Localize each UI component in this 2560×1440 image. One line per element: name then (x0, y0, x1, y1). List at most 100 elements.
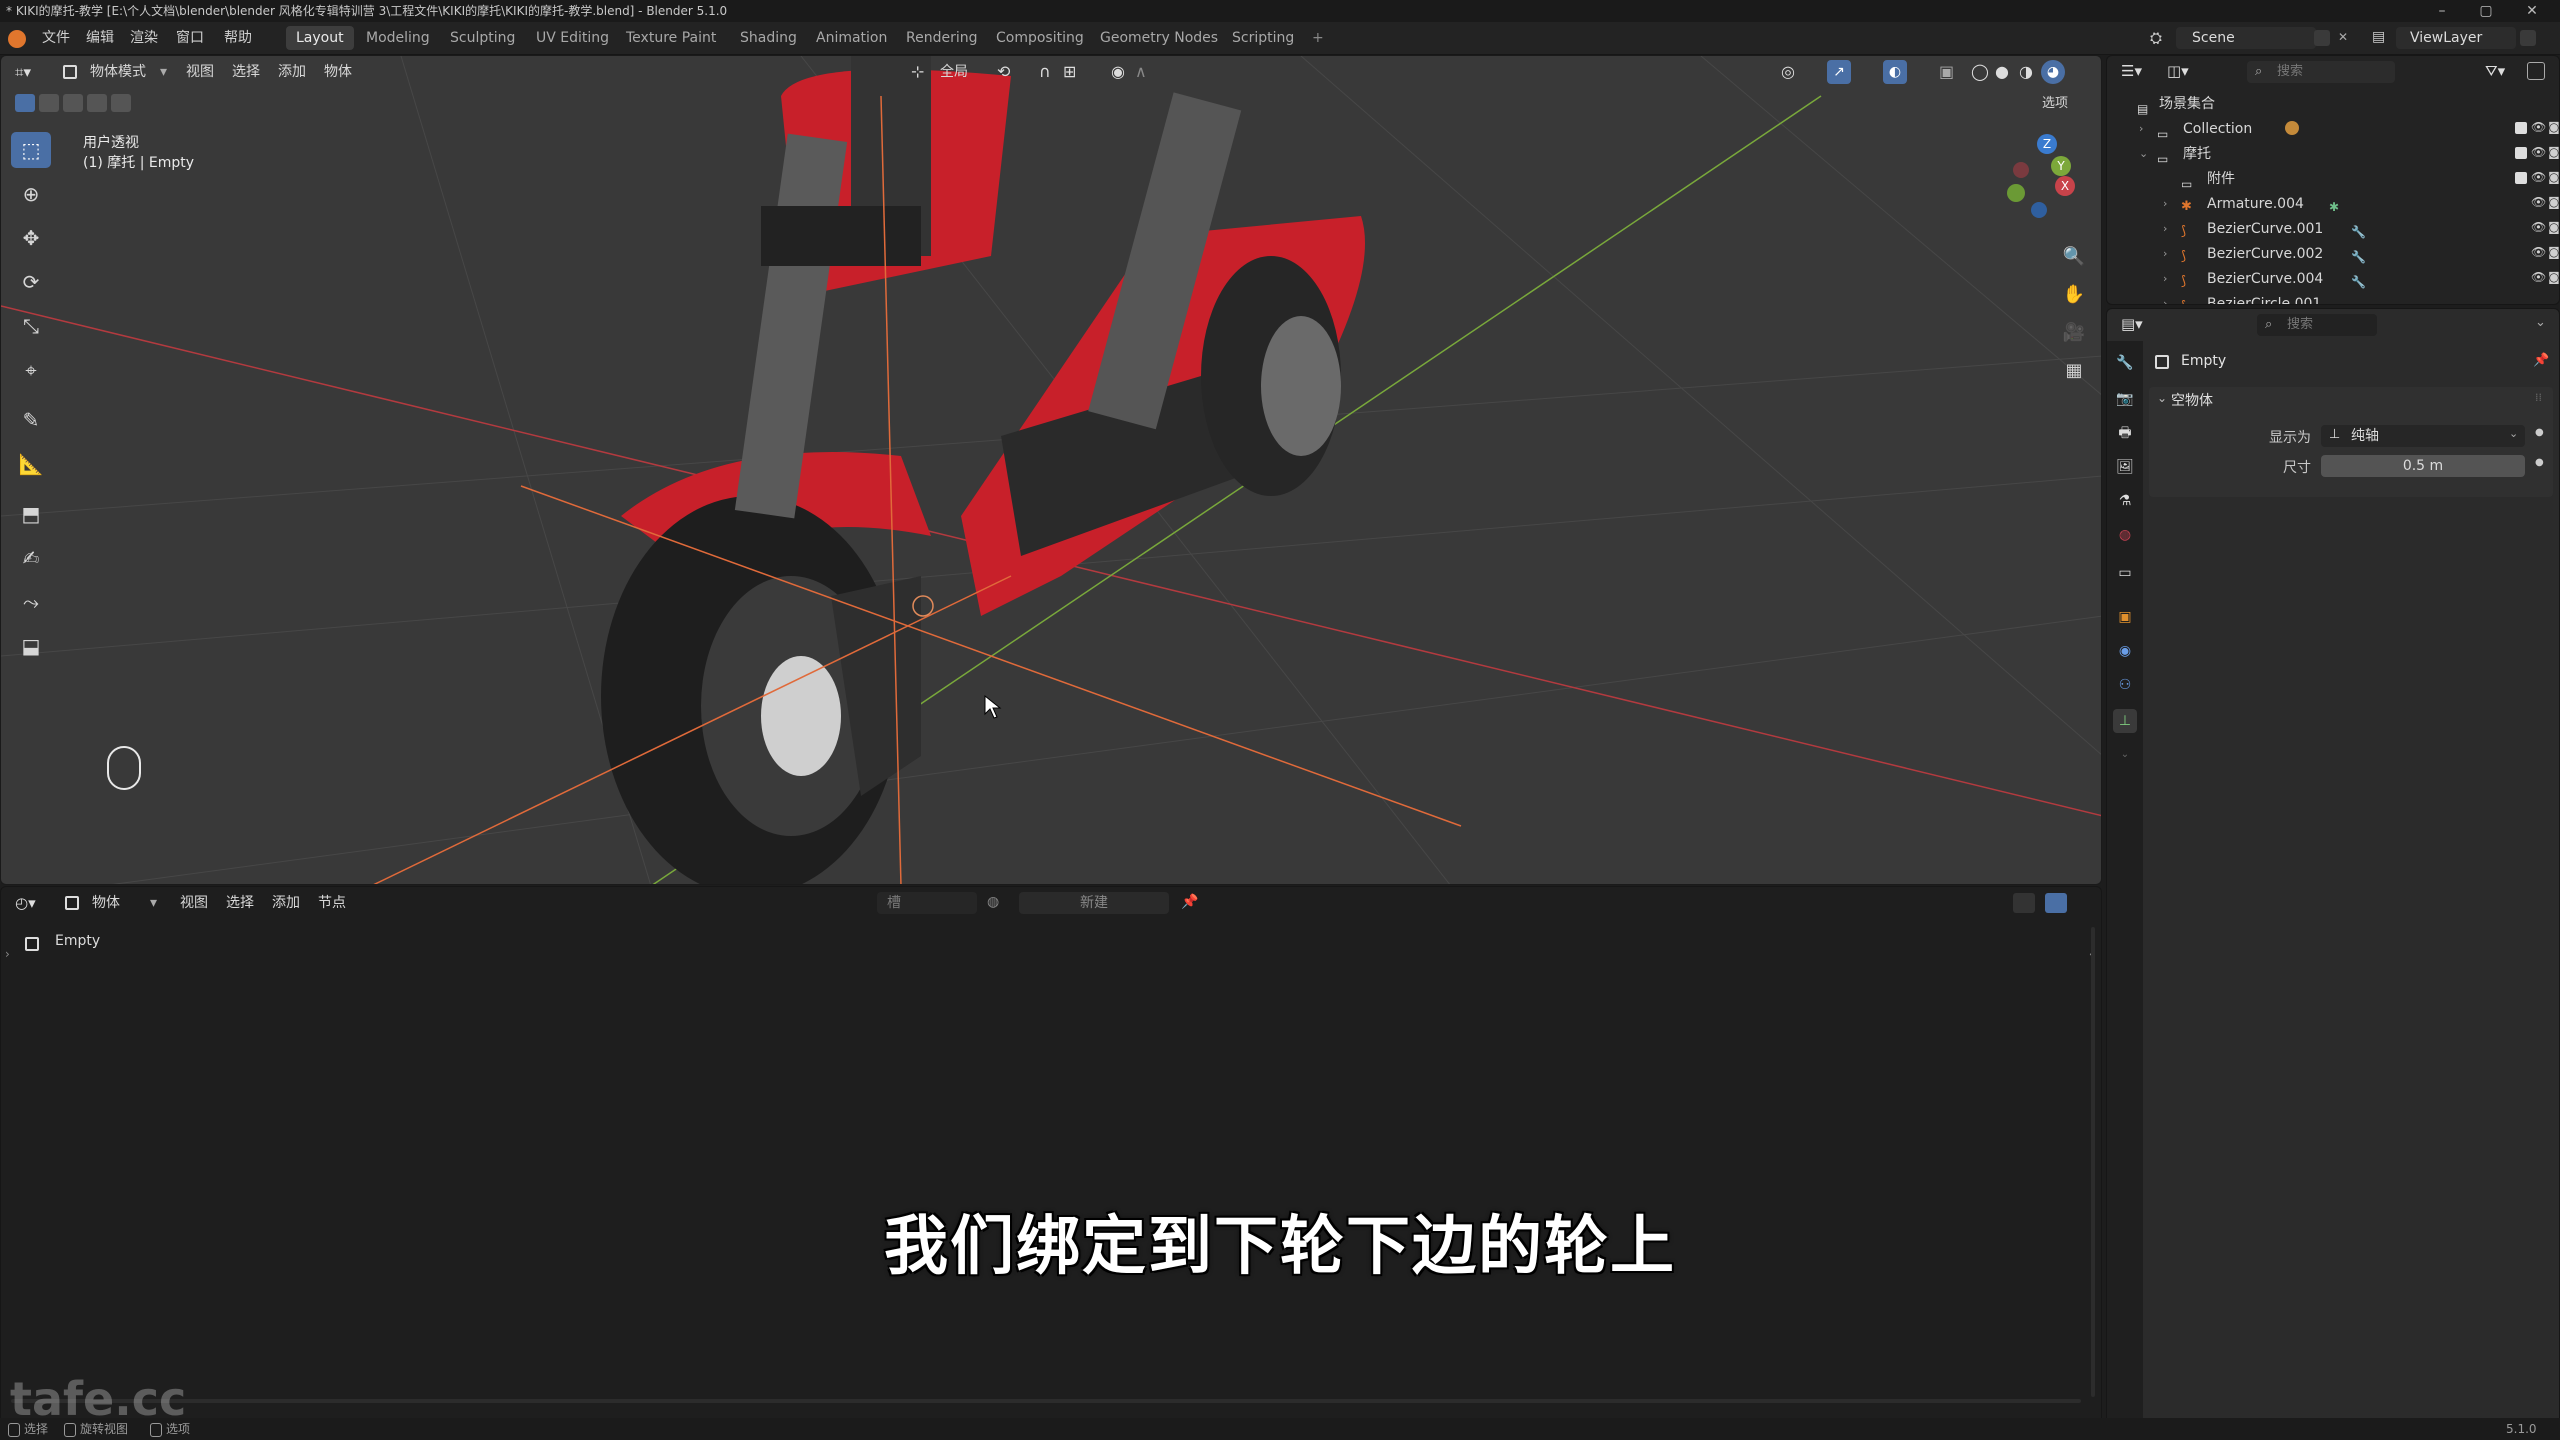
properties-search-input[interactable]: 搜索 (2257, 314, 2377, 336)
eye-icon[interactable]: 👁 (2531, 145, 2546, 159)
select-intersect-icon[interactable] (111, 94, 131, 112)
solid-shading-icon[interactable]: ● (1995, 62, 2015, 82)
sidebar-expand-icon[interactable]: › (5, 947, 10, 961)
filter-icon[interactable]: ⛛▾ (2485, 62, 2505, 80)
node-snap-icon[interactable] (2045, 893, 2067, 913)
properties-options-icon[interactable]: ⌄ (2535, 315, 2546, 330)
view-layer-icon[interactable]: ▤ (2372, 29, 2390, 47)
new-scene-icon[interactable] (2314, 30, 2330, 46)
shader-node-editor[interactable]: ◴▾ 物体 ▾ 视图 选择 添加 节点 槽 ◍ 新建 📌 Empty › ‹ (0, 886, 2102, 1426)
exclude-checkbox[interactable] (2515, 122, 2527, 134)
snap-icon[interactable]: ∩ (1039, 62, 1061, 82)
transform-tool-icon[interactable]: ⌖ (11, 352, 51, 388)
exclude-checkbox[interactable] (2515, 172, 2527, 184)
expand-arrow-icon[interactable]: › (2163, 292, 2167, 304)
tab-modeling[interactable]: Modeling (356, 26, 440, 50)
eye-icon[interactable]: 👁 (2531, 195, 2546, 209)
menu-help[interactable]: 帮助 (218, 28, 258, 48)
gizmo-z-axis[interactable]: Z (2037, 134, 2057, 154)
node-menu-node[interactable]: 节点 (313, 893, 351, 913)
tab-shading[interactable]: Shading (730, 26, 807, 50)
node-overlay-icon[interactable] (2013, 893, 2035, 913)
menu-file[interactable]: 文件 (36, 28, 76, 48)
gizmo-neg-x-axis[interactable] (2013, 162, 2029, 178)
select-subtract-icon[interactable] (63, 94, 83, 112)
world-tab-icon[interactable]: ◍ (2113, 523, 2137, 547)
camera-render-icon[interactable]: ◙ (2547, 145, 2559, 159)
gizmo-neg-z-axis[interactable] (2031, 202, 2047, 218)
camera-render-icon[interactable]: ◙ (2547, 245, 2559, 259)
eye-icon[interactable]: 👁 (2531, 120, 2546, 134)
3d-viewport[interactable]: ⌗▾ 物体模式 ▾ 视图 选择 添加 物体 ⊹ 全局 ⟲ ∩ ⊞ ◉ ∧ ◎ ↗… (0, 55, 2102, 885)
expand-arrow-icon[interactable]: › (2163, 267, 2167, 291)
tab-compositing[interactable]: Compositing (986, 26, 1094, 50)
new-material-button[interactable]: 新建 (1019, 892, 1169, 914)
pan-hand-icon[interactable]: ✋ (2059, 280, 2089, 310)
select-box-new-icon[interactable] (15, 94, 35, 112)
grease-pencil-tool-icon[interactable]: ✍ (11, 540, 51, 576)
menu-window[interactable]: 窗口 (170, 28, 210, 48)
eye-icon[interactable]: 👁 (2531, 170, 2546, 184)
camera-render-icon[interactable]: ◙ (2547, 120, 2559, 134)
horizontal-scrollbar[interactable] (11, 1399, 2081, 1403)
object-mode-dropdown[interactable]: 物体模式 (85, 62, 151, 82)
cursor-tool-icon[interactable]: ⊕ (11, 176, 51, 212)
keyframe-dot-icon[interactable]: ● (2535, 457, 2544, 468)
new-collection-icon[interactable] (2527, 62, 2545, 80)
view-layer-tab-icon[interactable]: 🖼 (2113, 455, 2137, 479)
material-browse-icon[interactable]: ◍ (987, 894, 1007, 912)
output-tab-icon[interactable]: 🖶 (2113, 421, 2137, 445)
expand-arrow-icon[interactable]: › (2163, 192, 2167, 216)
render-tab-icon[interactable]: 📷 (2113, 387, 2137, 411)
rendered-shading-icon[interactable]: ◕ (2041, 60, 2065, 84)
properties-editor[interactable]: ▤▾ 搜索 ⌕ ⌄ 🔧 📷 🖶 🖼 ⚗ ◍ ▭ ▣ ◉ ⚇ ⊥ ⌄ Empty … (2106, 308, 2560, 1426)
proportional-falloff-icon[interactable]: ∧ (1135, 62, 1157, 82)
expand-arrow-icon[interactable]: › (2139, 117, 2143, 141)
select-tool-icon[interactable]: ⬚ (11, 132, 51, 168)
collapse-arrow-icon[interactable]: ⌄ (2139, 142, 2148, 166)
object-data-tab-icon[interactable]: ⊥ (2113, 709, 2137, 733)
pin-icon[interactable]: 📌 (2533, 353, 2549, 368)
node-menu-view[interactable]: 视图 (175, 893, 213, 913)
constraints-tab-icon[interactable]: ⚇ (2113, 673, 2137, 697)
wireframe-shading-icon[interactable]: ◯ (1971, 62, 1991, 82)
display-as-dropdown[interactable]: 纯轴 (2321, 425, 2525, 447)
eye-icon[interactable]: 👁 (2531, 270, 2546, 284)
node-menu-add[interactable]: 添加 (267, 893, 305, 913)
outliner[interactable]: ☰▾ ◫▾ 搜索 ⌕ ⛛▾ ▤ 场景集合 › ▭ Collection ⌄ ▭ … (2106, 55, 2560, 305)
tab-scripting[interactable]: Scripting (1222, 26, 1304, 50)
tab-animation[interactable]: Animation (806, 26, 897, 50)
object-tab-icon[interactable]: ▣ (2113, 605, 2137, 629)
tool-tab-icon[interactable]: 🔧 (2113, 351, 2137, 375)
tabs-scroll-icon[interactable]: ⌄ (2113, 743, 2137, 767)
options-dropdown[interactable]: 选项 (2037, 94, 2073, 114)
camera-view-icon[interactable]: 🎥 (2059, 318, 2089, 348)
blender-logo-icon[interactable] (8, 30, 26, 48)
viewport-menu-select[interactable]: 选择 (227, 62, 265, 82)
properties-editor-type-icon[interactable]: ▤▾ (2121, 315, 2149, 335)
scale-tool-icon[interactable]: ⤡ (11, 308, 51, 344)
curve-tool-icon[interactable]: ⤳ (11, 584, 51, 620)
vertical-scrollbar[interactable] (2091, 927, 2095, 1397)
panel-drag-handle-icon[interactable]: ⁞⁞ (2535, 391, 2542, 404)
minimize-button[interactable]: – (2420, 0, 2464, 22)
gizmo-neg-y-axis[interactable] (2007, 184, 2025, 202)
eye-icon[interactable]: 👁 (2531, 245, 2546, 259)
node-shader-type-dropdown[interactable]: 物体 (87, 893, 125, 913)
proportional-editing-icon[interactable]: ◉ (1111, 62, 1133, 82)
camera-render-icon[interactable]: ◙ (2547, 270, 2559, 284)
overlay-toggle-icon[interactable]: ◐ (1883, 60, 1907, 84)
tab-rendering[interactable]: Rendering (896, 26, 988, 50)
select-invert-icon[interactable] (87, 94, 107, 112)
material-shading-icon[interactable]: ◑ (2019, 62, 2039, 82)
annotate-tool-icon[interactable]: ✎ (11, 402, 51, 438)
scene-tab-icon[interactable]: ⚗ (2113, 489, 2137, 513)
outliner-search-input[interactable]: 搜索 (2247, 61, 2395, 83)
transform-orientation-dropdown[interactable]: 全局 (935, 62, 973, 82)
tab-layout[interactable]: Layout (286, 26, 354, 50)
camera-render-icon[interactable]: ◙ (2547, 195, 2559, 209)
perspective-toggle-icon[interactable]: ▦ (2059, 356, 2089, 386)
viewport-menu-object[interactable]: 物体 (319, 62, 357, 82)
pivot-point-icon[interactable]: ⟲ (997, 62, 1019, 82)
menu-render[interactable]: 渲染 (124, 28, 164, 48)
